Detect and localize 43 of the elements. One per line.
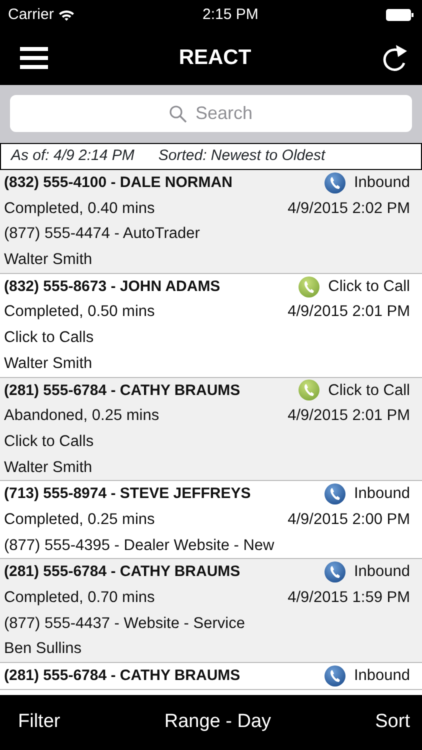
call-result: Completed, 0.25 mins [4,510,155,530]
toolbar-button[interactable]: Sort [375,708,410,737]
call-type: Click to Call [328,380,410,400]
search-icon [169,104,188,122]
call-type: Inbound [354,562,410,582]
call-date: 4/9/2015 2:01 PM [288,302,410,322]
as-of-time: As of: 4/9 2:14 PM [11,146,134,166]
app-title: REACT [178,44,252,71]
caller-name: (281) 555-6784 - CATHY BRAUMS [4,562,240,582]
menu-icon[interactable] [20,46,48,68]
call-type: Inbound [354,666,410,686]
call-source: (877) 555-4395 - Dealer Website - New [4,536,276,556]
caller-name: (281) 555-6784 - CATHY BRAUMS [4,666,240,686]
sort-order: Sorted: Newest to Oldest [158,146,326,166]
call-result: Completed, 0.50 mins [4,302,155,322]
agent-name: Walter Smith [4,250,94,270]
battery-icon [386,9,414,21]
toolbar-button[interactable]: Filter [18,708,60,737]
call-date: 4/9/2015 2:02 PM [288,198,410,219]
agent-name: Walter Smith [4,458,94,478]
call-source: Click to Calls [4,328,95,348]
caller-name: (832) 555-4100 - DALE NORMAN [4,173,232,193]
call-date: 4/9/2015 2:00 PM [288,510,410,530]
call-source: Click to Calls [4,432,95,452]
caller-name: (713) 555-8974 - STEVE JEFFREYS [4,484,251,504]
call-result: Completed, 0.70 mins [4,588,155,608]
call-result: Abandoned, 0.25 mins [4,406,160,426]
carrier-name: Carrier [8,4,54,25]
call-date: 4/9/2015 1:59 PM [288,588,410,608]
toolbar-button[interactable]: Range - Day [164,708,272,737]
caller-name: (281) 555-6784 - CATHY BRAUMS [4,380,240,400]
call-type: Inbound [354,484,410,504]
call-date: 4/9/2015 2:01 PM [288,406,410,426]
caller-name: (832) 555-8673 - JOHN ADAMS [4,276,220,297]
call-type: Inbound [354,173,410,193]
call-type: Click to Call [328,276,410,297]
call-result: Completed, 0.40 mins [4,198,155,219]
call-source: (877) 555-4437 - Website - Service [4,614,246,634]
call-source: (877) 555-4474 - AutoTrader [4,224,201,244]
status-time: 2:15 PM [202,4,258,25]
agent-name: Walter Smith [4,354,94,374]
agent-name: Ben Sullins [4,639,83,660]
wifi-icon [58,9,75,21]
